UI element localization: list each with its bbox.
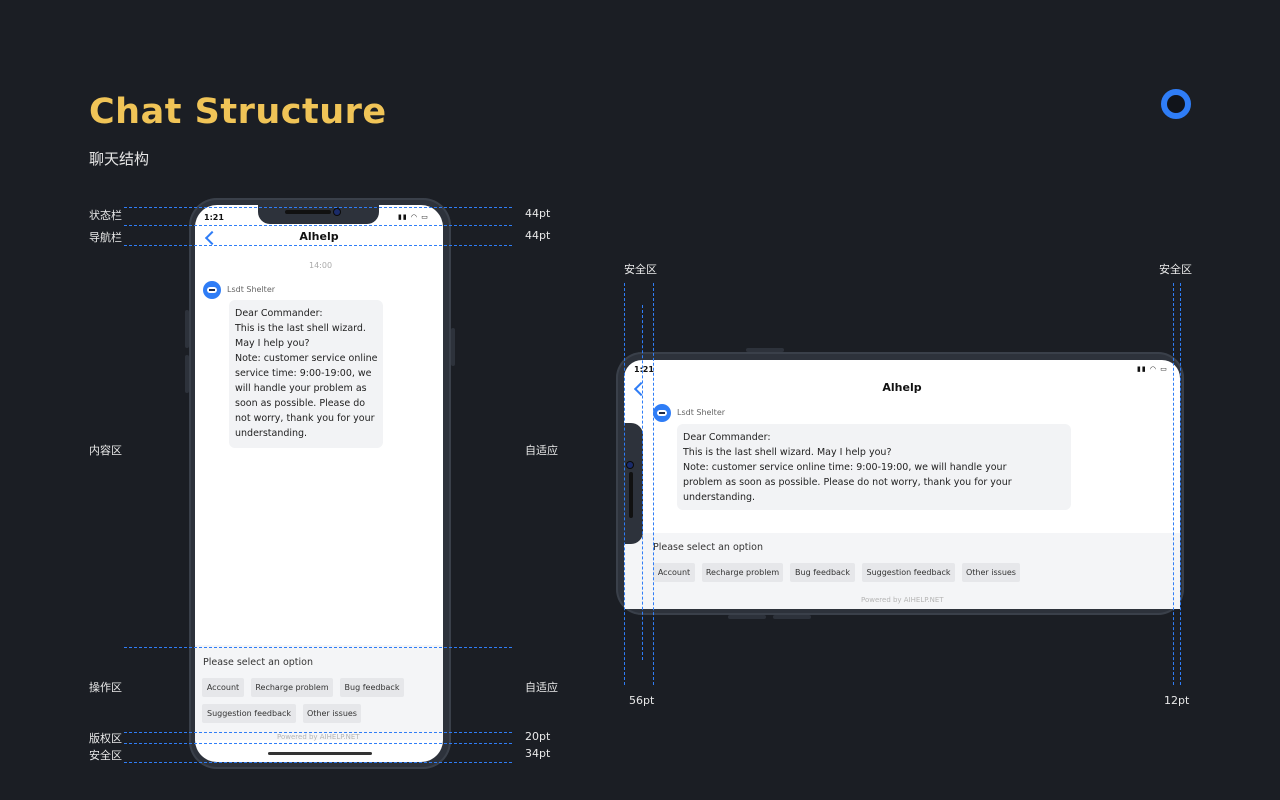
message-line: Dear Commander: <box>683 432 771 443</box>
label-operation-area: 操作区 <box>89 681 122 694</box>
label-content-area: 内容区 <box>89 444 122 457</box>
bot-avatar-icon <box>653 404 671 422</box>
guide-line <box>124 762 512 763</box>
powered-by: Powered by AIHELP.NET <box>277 733 360 741</box>
option-account[interactable]: Account <box>202 678 244 697</box>
guide-line <box>124 207 512 208</box>
value-safe-area: 34pt <box>525 747 551 760</box>
status-time: 1:21 <box>634 365 654 374</box>
value-safe-left: 56pt <box>629 694 655 707</box>
message-line: Note: customer service online <box>235 353 378 364</box>
options-title: Please select an option <box>653 542 763 553</box>
message-line: problem as soon as possible. Please do n… <box>683 477 1012 488</box>
nav-title: Alhelp <box>299 230 339 243</box>
sender-name: Lsdt Shelter <box>227 285 276 294</box>
home-indicator <box>268 752 372 755</box>
value-content-area: 自适应 <box>525 444 558 457</box>
status-icons: ▮▮ ◠ ▭ <box>398 213 429 221</box>
option-recharge-problem[interactable]: Recharge problem <box>702 563 783 582</box>
guide-line <box>1180 283 1181 685</box>
message-line: This is the last shell wizard. May I hel… <box>683 447 892 458</box>
bot-avatar-icon <box>203 281 221 299</box>
notch <box>624 423 643 544</box>
guide-line <box>124 743 512 744</box>
message-line: Dear Commander: <box>235 308 323 319</box>
options-title: Please select an option <box>203 657 313 668</box>
value-copyright-area: 20pt <box>525 730 551 743</box>
value-nav-bar: 44pt <box>525 229 551 242</box>
nav-title: Alhelp <box>882 381 922 394</box>
camera-icon <box>334 209 340 215</box>
speaker <box>629 472 633 518</box>
option-account[interactable]: Account <box>653 563 695 582</box>
message-line: Note: customer service online time: 9:00… <box>683 462 1007 473</box>
message-line: will handle your problem as <box>235 383 367 394</box>
option-bug-feedback[interactable]: Bug feedback <box>790 563 855 582</box>
option-other-issues[interactable]: Other issues <box>962 563 1020 582</box>
guide-line <box>653 283 654 685</box>
message-bubble: Dear Commander: This is the last shell w… <box>677 424 1071 510</box>
power-button <box>451 328 455 366</box>
option-bug-feedback[interactable]: Bug feedback <box>340 678 404 697</box>
label-safe-area-right: 安全区 <box>1159 263 1192 276</box>
message-line: This is the last shell wizard. <box>235 323 366 334</box>
message-line: service time: 9:00-19:00, we <box>235 368 372 379</box>
value-status-bar: 44pt <box>525 207 551 220</box>
option-suggestion-feedback[interactable]: Suggestion feedback <box>862 563 955 582</box>
guide-line <box>124 647 512 648</box>
guide-line <box>624 283 625 685</box>
message-bubble: Dear Commander: This is the last shell w… <box>229 300 383 448</box>
guide-line <box>124 732 512 733</box>
option-recharge-problem[interactable]: Recharge problem <box>251 678 333 697</box>
volume-down-button <box>728 615 766 619</box>
page-title: Chat Structure <box>89 92 387 132</box>
message-timestamp: 14:00 <box>309 261 333 270</box>
record-dot-icon <box>1161 89 1191 119</box>
label-status-bar: 状态栏 <box>89 209 122 222</box>
speaker <box>285 210 331 214</box>
message-line: May I help you? <box>235 338 310 349</box>
sender-name: Lsdt Shelter <box>677 408 726 417</box>
option-suggestion-feedback[interactable]: Suggestion feedback <box>202 704 296 723</box>
guide-line <box>642 305 643 660</box>
label-nav-bar: 导航栏 <box>89 231 122 244</box>
label-copyright-area: 版权区 <box>89 732 122 745</box>
label-safe-area-left: 安全区 <box>624 263 657 276</box>
message-line: understanding. <box>683 492 756 503</box>
guide-line <box>124 225 512 226</box>
message-line: not worry, thank you for your <box>235 413 375 424</box>
camera-icon <box>627 462 633 468</box>
guide-line <box>124 245 512 246</box>
volume-up-button <box>773 615 811 619</box>
guide-line <box>1173 283 1174 685</box>
message-line: understanding. <box>235 428 308 439</box>
value-operation-area: 自适应 <box>525 681 558 694</box>
message-line: soon as possible. Please do <box>235 398 366 409</box>
status-icons: ▮▮ ◠ ▭ <box>1137 365 1168 373</box>
page-subtitle: 聊天结构 <box>89 150 150 168</box>
status-time: 1:21 <box>204 213 224 222</box>
label-safe-area: 安全区 <box>89 749 122 762</box>
powered-by: Powered by AIHELP.NET <box>861 596 944 604</box>
value-safe-right: 12pt <box>1164 694 1190 707</box>
option-other-issues[interactable]: Other issues <box>303 704 361 723</box>
